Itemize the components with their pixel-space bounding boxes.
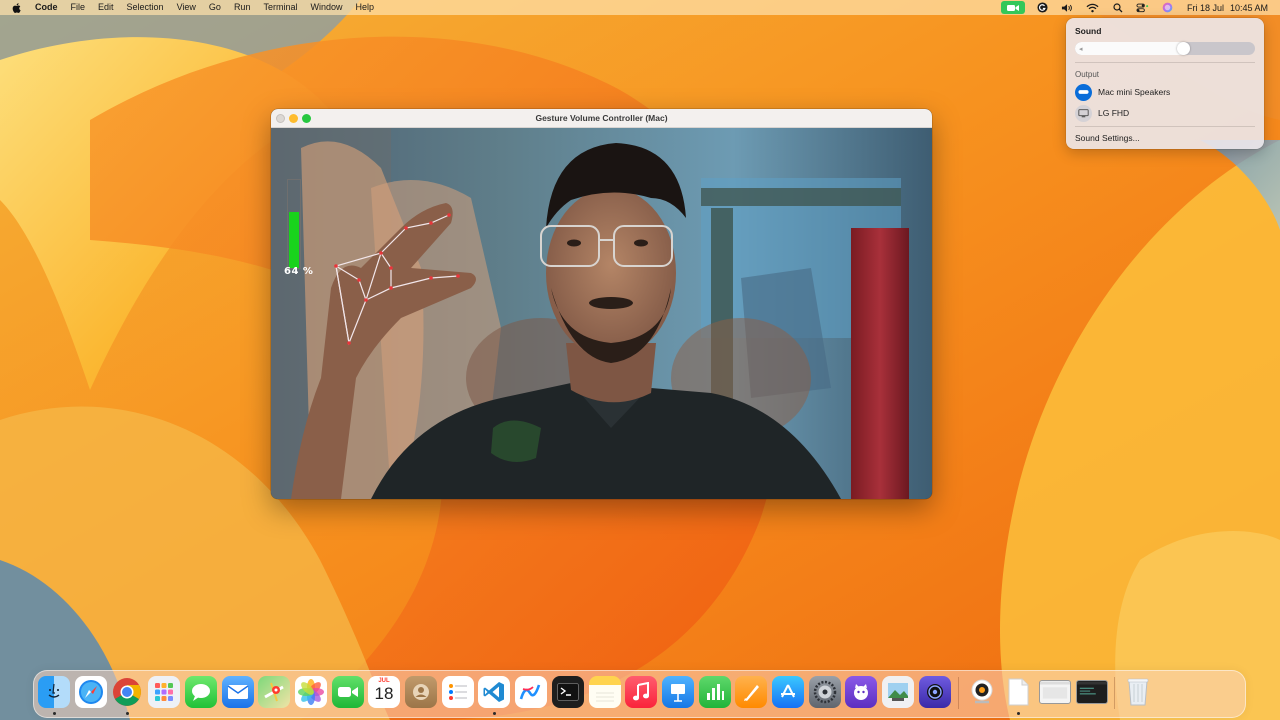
facetime-camera-icon[interactable] [1000,1,1025,14]
menu-terminal[interactable]: Terminal [263,0,297,15]
vscode-icon[interactable] [478,676,510,708]
menubar-time[interactable]: 10:45 AM [1230,3,1268,13]
finder-icon[interactable] [38,676,70,708]
sound-title: Sound [1075,26,1102,36]
output-label: Output [1075,70,1100,79]
running-indicator [126,712,129,715]
preview-icon[interactable] [882,676,914,708]
gesture-volume-window: Gesture Volume Controller (Mac) 64 % [271,109,932,499]
calendar-icon[interactable]: JUL 18 [368,676,400,708]
webcam-icon[interactable] [966,676,998,708]
window-thumbnail-icon[interactable] [1039,680,1071,704]
running-indicator [493,712,496,715]
safari-icon[interactable] [75,676,107,708]
menu-window[interactable]: Window [310,0,342,15]
photos-icon[interactable] [295,676,327,708]
divider [1075,126,1255,127]
pages-icon[interactable] [735,676,767,708]
sound-settings-link[interactable]: Sound Settings... [1075,133,1140,143]
device-name: Mac mini Speakers [1098,87,1171,97]
window-thumbnail-icon[interactable] [1076,680,1108,704]
window-titlebar[interactable]: Gesture Volume Controller (Mac) [271,109,932,128]
menu-edit[interactable]: Edit [98,0,114,15]
fig-icon[interactable] [845,676,877,708]
volume-icon[interactable] [1061,2,1075,13]
freeform-icon[interactable] [515,676,547,708]
numbers-icon[interactable] [699,676,731,708]
wifi-icon[interactable] [1086,2,1100,13]
dock-separator [957,677,959,709]
volume-slider-fill [1075,42,1190,55]
volume-level-fill [289,212,299,268]
grammarly-icon[interactable] [1036,2,1050,13]
volume-percentage-label: 64 % [284,266,314,277]
keynote-icon[interactable] [662,676,694,708]
volume-slider-knob[interactable] [1177,42,1190,55]
messages-icon[interactable] [185,676,217,708]
screen-recorder-icon[interactable] [919,676,951,708]
running-indicator [1017,712,1020,715]
maps-icon[interactable] [258,676,290,708]
device-name: LG FHD [1098,108,1130,118]
menu-help[interactable]: Help [355,0,374,15]
notes-icon[interactable] [589,676,621,708]
music-icon[interactable] [625,676,657,708]
output-device-lg-fhd[interactable]: LG FHD [1075,104,1129,122]
window-title: Gesture Volume Controller (Mac) [535,113,668,123]
apple-logo-icon[interactable] [11,2,23,14]
menu-go[interactable]: Go [209,0,221,15]
calendar-day: 18 [374,684,394,703]
menu-view[interactable]: View [177,0,196,15]
document-icon[interactable] [1002,676,1034,708]
reminders-icon[interactable] [442,676,474,708]
sound-popover: Sound ◂ Output Mac mini Speakers LG FHD … [1066,18,1264,149]
webcam-video-feed [271,128,932,499]
control-center-icon[interactable] [1136,2,1150,13]
output-device-mac-mini-speakers[interactable]: Mac mini Speakers [1075,83,1170,101]
slider-speaker-icon: ◂ [1079,46,1083,53]
volume-slider[interactable] [1075,42,1255,55]
trash-icon[interactable] [1122,676,1154,708]
system-settings-icon[interactable] [809,676,841,708]
launchpad-icon[interactable] [148,676,180,708]
siri-icon[interactable] [1161,2,1175,13]
menu-selection[interactable]: Selection [127,0,164,15]
terminal-icon[interactable] [552,676,584,708]
divider [1075,62,1255,63]
facetime-icon[interactable] [332,676,364,708]
chrome-icon[interactable] [111,676,143,708]
menu-app-name[interactable]: Code [35,0,58,15]
dock-separator [1114,677,1116,709]
menu-run[interactable]: Run [234,0,251,15]
menu-file[interactable]: File [71,0,86,15]
speaker-icon [1075,83,1092,101]
menu-bar: Code File Edit Selection View Go Run Ter… [0,0,1280,15]
running-indicator [53,712,56,715]
mail-icon[interactable] [222,676,254,708]
menubar-date[interactable]: Fri 18 Jul [1187,3,1224,13]
search-icon[interactable] [1111,2,1125,13]
app-store-icon[interactable] [772,676,804,708]
contacts-icon[interactable] [405,676,437,708]
display-icon [1075,104,1092,122]
